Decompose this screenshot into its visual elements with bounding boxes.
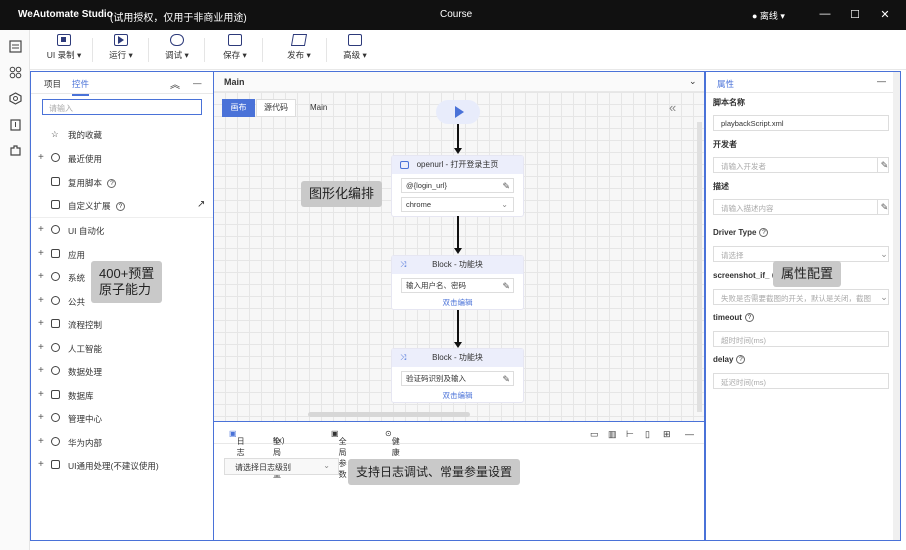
- layers-icon: [348, 34, 362, 46]
- license-note: (试用授权，仅用于非商业用途): [110, 13, 247, 24]
- maximize-button[interactable]: ☐: [848, 8, 862, 21]
- save-icon: [228, 34, 242, 46]
- clipboard-icon[interactable]: [9, 118, 22, 131]
- settings-icon[interactable]: [9, 92, 22, 105]
- document-title: Course: [440, 9, 473, 20]
- panel-highlight: [705, 71, 901, 541]
- app-name: WeAutomate Studio: [18, 9, 113, 20]
- toolbar-label: 高级 ▾: [343, 50, 367, 60]
- save-button[interactable]: 保存 ▾: [220, 34, 250, 61]
- minimize-button[interactable]: —: [818, 8, 832, 20]
- debug-button[interactable]: 调试 ▾: [162, 34, 192, 61]
- panel-highlight: [213, 421, 705, 541]
- explorer-icon[interactable]: [9, 40, 22, 53]
- toolbar-label: 保存 ▾: [223, 50, 247, 60]
- record-icon: [57, 34, 71, 46]
- panel-highlight: [30, 71, 214, 541]
- toolbar-divider: [326, 38, 327, 62]
- panel-highlight: [213, 71, 705, 423]
- publish-button[interactable]: 发布 ▾: [284, 34, 314, 61]
- run-button[interactable]: 运行 ▾: [106, 34, 136, 61]
- toolbar-label: 运行 ▾: [109, 50, 133, 60]
- toolbar: UI 录制 ▾ 运行 ▾ 调试 ▾ 保存 ▾ 发布 ▾ 高级 ▾: [30, 30, 906, 70]
- toolbar-label: 发布 ▾: [287, 50, 311, 60]
- extension-icon[interactable]: [9, 144, 22, 157]
- bug-icon: [170, 34, 184, 46]
- connection-status[interactable]: ● 离线 ▾: [752, 9, 785, 22]
- toolbar-divider: [204, 38, 205, 62]
- components-icon[interactable]: [9, 66, 22, 79]
- toolbar-label: UI 录制 ▾: [46, 50, 82, 60]
- play-icon: [114, 34, 128, 46]
- toolbar-divider: [92, 38, 93, 62]
- send-icon: [290, 34, 308, 46]
- activity-bar: [0, 30, 30, 550]
- toolbar-label: 调试 ▾: [165, 50, 189, 60]
- toolbar-divider: [148, 38, 149, 62]
- toolbar-divider: [262, 38, 263, 62]
- close-button[interactable]: ✕: [878, 8, 892, 21]
- title-bar: WeAutomate Studio (试用授权，仅用于非商业用途) Course…: [0, 0, 906, 30]
- advanced-button[interactable]: 高级 ▾: [340, 34, 370, 61]
- ui-record-button[interactable]: UI 录制 ▾: [46, 34, 82, 61]
